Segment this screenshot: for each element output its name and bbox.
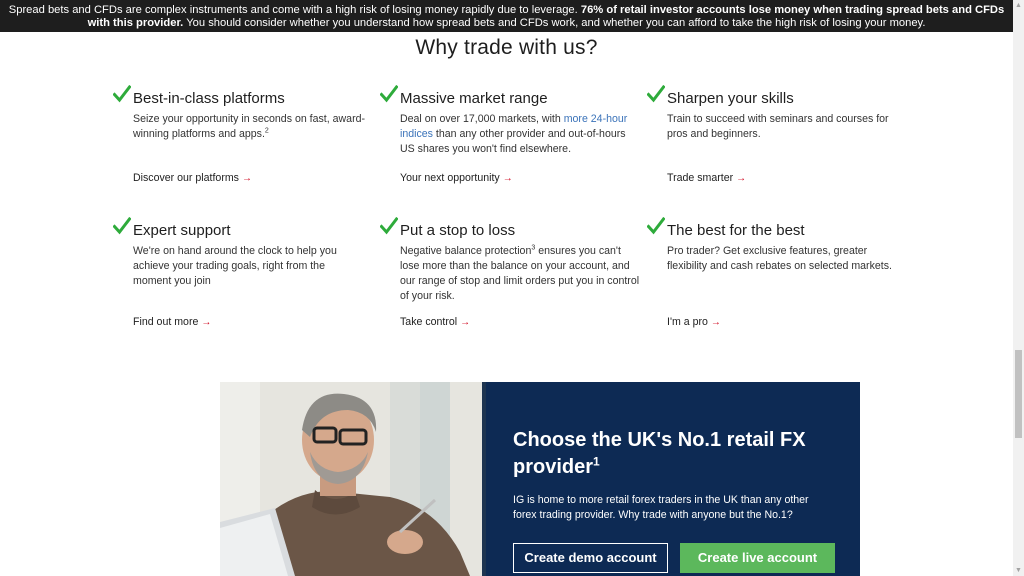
feature-description: We're on hand around the clock to help y… bbox=[133, 245, 337, 287]
promo-panel: Choose the UK's No.1 retail FX provider1… bbox=[486, 382, 860, 576]
feature-description: Seize your opportunity in seconds on fas… bbox=[133, 113, 366, 140]
next-opportunity-link[interactable]: Your next opportunity → bbox=[400, 172, 513, 184]
feature-skills: Sharpen your skills Train to succeed wit… bbox=[647, 85, 907, 190]
feature-market-range: Massive market range Deal on over 17,000… bbox=[380, 85, 640, 190]
section-title: Why trade with us? bbox=[415, 36, 598, 59]
feature-stop-loss: Put a stop to loss Negative balance prot… bbox=[380, 217, 640, 332]
discover-platforms-link[interactable]: Discover our platforms → bbox=[133, 172, 252, 184]
checkmark-icon bbox=[380, 85, 398, 103]
take-control-link[interactable]: Take control → bbox=[400, 316, 470, 328]
scroll-thumb[interactable] bbox=[1015, 350, 1022, 438]
risk-text-tail: You should consider whether you understa… bbox=[186, 17, 926, 29]
feature-description: Train to succeed with seminars and cours… bbox=[667, 113, 889, 140]
arrow-right-icon: → bbox=[736, 173, 747, 184]
scroll-up-icon[interactable]: ▲ bbox=[1013, 0, 1024, 11]
feature-title: Massive market range bbox=[400, 90, 548, 107]
promo-banner: Choose the UK's No.1 retail FX provider1… bbox=[220, 382, 860, 576]
feature-platforms: Best-in-class platforms Seize your oppor… bbox=[113, 85, 388, 190]
trader-photo bbox=[220, 382, 486, 576]
risk-text-regular: Spread bets and CFDs are complex instrum… bbox=[8, 4, 578, 16]
feature-pro: The best for the best Pro trader? Get ex… bbox=[647, 217, 907, 332]
arrow-right-icon: → bbox=[241, 173, 252, 184]
checkmark-icon bbox=[647, 217, 665, 235]
checkmark-icon bbox=[380, 217, 398, 235]
find-out-more-link[interactable]: Find out more → bbox=[133, 316, 211, 328]
feature-title: Sharpen your skills bbox=[667, 90, 794, 107]
feature-title: Put a stop to loss bbox=[400, 222, 516, 239]
feature-title: Expert support bbox=[133, 222, 231, 239]
arrow-right-icon: → bbox=[502, 173, 513, 184]
feature-title: Best-in-class platforms bbox=[133, 90, 285, 107]
arrow-right-icon: → bbox=[201, 317, 212, 328]
im-a-pro-link[interactable]: I'm a pro → bbox=[667, 316, 721, 328]
feature-description: Deal on over 17,000 markets, with more 2… bbox=[400, 113, 628, 155]
checkmark-icon bbox=[113, 217, 131, 235]
arrow-right-icon: → bbox=[710, 317, 721, 328]
page-scrollbar[interactable]: ▲ ▼ bbox=[1013, 0, 1024, 576]
create-live-account-button[interactable]: Create live account bbox=[680, 543, 835, 573]
checkmark-icon bbox=[647, 85, 665, 103]
scroll-down-icon[interactable]: ▼ bbox=[1013, 565, 1024, 576]
trade-smarter-link[interactable]: Trade smarter → bbox=[667, 172, 746, 184]
feature-description: Negative balance protection3 ensures you… bbox=[400, 244, 640, 302]
feature-description: Pro trader? Get exclusive features, grea… bbox=[667, 245, 892, 272]
checkmark-icon bbox=[113, 85, 131, 103]
risk-warning-banner: Spread bets and CFDs are complex instrum… bbox=[0, 0, 1013, 32]
arrow-right-icon: → bbox=[460, 317, 471, 328]
feature-title: The best for the best bbox=[667, 222, 805, 239]
promo-heading: Choose the UK's No.1 retail FX provider1 bbox=[513, 429, 806, 478]
create-demo-account-button[interactable]: Create demo account bbox=[513, 543, 668, 573]
promo-text: IG is home to more retail forex traders … bbox=[513, 494, 809, 521]
feature-support: Expert support We're on hand around the … bbox=[113, 217, 363, 332]
